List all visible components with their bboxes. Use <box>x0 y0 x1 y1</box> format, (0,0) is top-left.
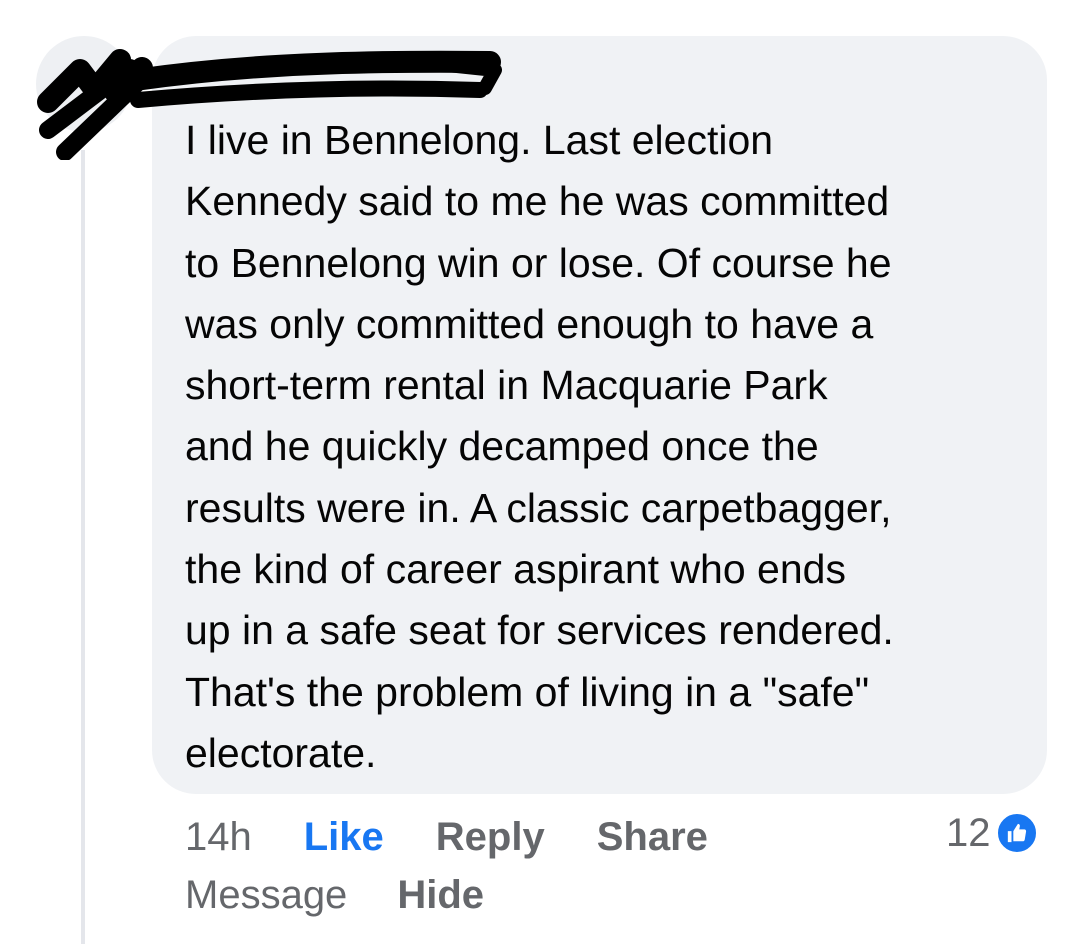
timestamp[interactable]: 14h <box>185 808 252 866</box>
reactions-summary[interactable]: 12 <box>946 808 1039 858</box>
reply-button[interactable]: Reply <box>436 808 545 866</box>
thumbs-up-icon <box>994 811 1039 855</box>
hide-button[interactable]: Hide <box>397 866 484 924</box>
actions-row-secondary: Message Hide <box>185 866 805 924</box>
comment-text: I live in Bennelong. Last election Kenne… <box>185 117 894 776</box>
share-button[interactable]: Share <box>597 808 708 866</box>
reaction-count: 12 <box>946 810 991 855</box>
comment-actions: 14h Like Reply Share Message Hide <box>185 808 805 924</box>
message-button[interactable]: Message <box>185 866 347 924</box>
thread-line <box>81 150 85 944</box>
actions-row: 14h Like Reply Share <box>185 808 805 866</box>
redaction-scribble <box>37 49 502 160</box>
like-button[interactable]: Like <box>304 808 384 866</box>
